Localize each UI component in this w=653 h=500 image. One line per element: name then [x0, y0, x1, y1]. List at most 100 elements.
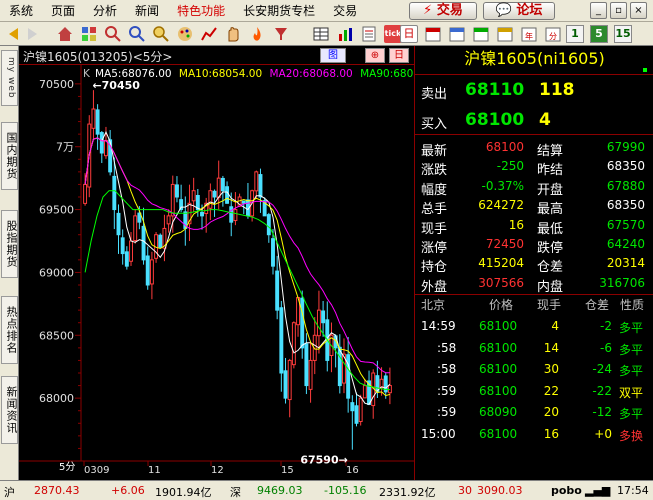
sell-volume: 118 — [539, 80, 575, 100]
candle-body — [191, 190, 196, 202]
kline-chart[interactable]: 70500 7万 69500 69000 68500 68000 0309 11 12 15 16… — [19, 65, 414, 480]
tick-row[interactable]: :58 68100 14 -6 多平 — [415, 338, 653, 359]
year-icon[interactable] — [496, 25, 514, 43]
tab-news-info[interactable]: 新闻资讯 — [1, 376, 18, 444]
quote-panel: 沪镍1605(ni1605) 卖出 68110 118 买入 68100 4 最… — [414, 46, 653, 480]
tab-index-futures[interactable]: 股指期货 — [1, 210, 18, 278]
stat-label: 现手 — [421, 221, 448, 237]
menu-system[interactable]: 系统 — [0, 0, 42, 22]
tick-row[interactable]: :58 68100 30 -24 多平 — [415, 359, 653, 380]
menu-changan-column[interactable]: 长安期货专栏 — [234, 0, 324, 22]
candle-body — [229, 206, 234, 223]
palette-icon[interactable] — [176, 25, 194, 43]
ma5-value: MA5:68076.00 — [95, 68, 172, 80]
chart-period-button[interactable]: 日 — [389, 48, 409, 63]
daily-period-icon[interactable]: 日 — [400, 25, 418, 43]
chart-view-button[interactable]: 图 — [320, 48, 346, 63]
lightning-icon: ⚡ — [423, 3, 433, 18]
ma-legend: MA5:68076.00 MA10:68054.00 MA20:68068.00… — [95, 68, 417, 80]
tab-domestic-futures[interactable]: 国内期货 — [1, 122, 18, 190]
indicator-icon[interactable] — [200, 25, 218, 43]
chart-zoom-button[interactable]: ⊕ — [365, 48, 385, 63]
hand-icon[interactable] — [224, 25, 242, 43]
y-tick-label: 68500 — [39, 329, 74, 342]
candle-body — [158, 234, 163, 248]
divider — [415, 74, 653, 75]
tick-price: 68100 — [479, 426, 518, 441]
candle-body — [279, 307, 284, 374]
tick-volume: 14 — [543, 340, 559, 355]
left-tab-strip: my web 国内期货 股指期货 热点排名 新闻资讯 — [0, 46, 19, 480]
tick-time: :58 — [437, 362, 457, 376]
candle-body — [95, 109, 100, 135]
forum-button[interactable]: 💬 论坛 — [483, 2, 555, 20]
trade-button[interactable]: ⚡ 交易 — [409, 2, 477, 20]
candle-body — [362, 385, 367, 399]
news-icon[interactable] — [360, 25, 378, 43]
candle-body — [225, 186, 230, 204]
menu-bar: 系统 页面 分析 新闻 特色功能 长安期货专栏 交易 — [0, 0, 653, 22]
x-tick-label: 16 — [346, 465, 359, 476]
x-tick-label: 0309 — [84, 465, 109, 476]
restore-button[interactable]: ▫ — [610, 2, 627, 19]
cup-icon[interactable] — [272, 25, 290, 43]
forward-arrow-icon[interactable] — [24, 25, 42, 43]
tick-header-time: 北京 — [421, 298, 446, 312]
close-icon: × — [634, 5, 643, 16]
candle-body — [104, 139, 108, 157]
home-icon[interactable] — [56, 25, 74, 43]
stat-label: 最低 — [537, 221, 564, 237]
candle-body — [283, 370, 288, 399]
tick-row[interactable]: 15:00 68100 16 +0 多换 — [415, 424, 653, 445]
menu-trade[interactable]: 交易 — [324, 0, 366, 22]
zoom-out-icon[interactable] — [128, 25, 146, 43]
stat-value: 16 — [508, 217, 524, 232]
x-tick-label: 15 — [281, 465, 294, 476]
tick-row[interactable]: :59 68100 22 -22 双平 — [415, 381, 653, 402]
menu-special-features[interactable]: 特色功能 — [168, 0, 234, 22]
calendar-icon[interactable] — [424, 25, 442, 43]
low-price-label: 67590→ — [300, 454, 348, 467]
svg-text:年: 年 — [525, 31, 533, 41]
zoom-in-icon[interactable] — [104, 25, 122, 43]
stat-label: 内盘 — [537, 279, 564, 295]
menu-page[interactable]: 页面 — [42, 0, 84, 22]
fire-icon[interactable] — [248, 25, 266, 43]
back-arrow-icon[interactable] — [4, 25, 22, 43]
index30-label: 30 — [458, 484, 472, 497]
tick-row[interactable]: :59 68090 20 -12 多平 — [415, 402, 653, 423]
tab-hot-ranking[interactable]: 热点排名 — [1, 296, 18, 364]
close-button[interactable]: × — [630, 2, 647, 19]
buy-price[interactable]: 68100 — [465, 110, 524, 130]
ma90-value: MA90:680 — [360, 68, 414, 80]
search-icon[interactable] — [152, 25, 170, 43]
sz-index: 9469.03 — [257, 484, 303, 497]
sell-price[interactable]: 68110 — [465, 80, 524, 100]
multi-period-icon[interactable]: 年 — [520, 25, 538, 43]
minimize-button[interactable]: _ — [590, 2, 607, 19]
tab-my-web[interactable]: my web — [1, 50, 18, 106]
sh-label: 沪 — [4, 486, 15, 499]
moving-average-lines — [84, 130, 391, 405]
stat-value: 624272 — [478, 198, 524, 213]
speech-bubble-icon: 💬 — [495, 3, 512, 18]
period-15min-button[interactable]: 15 — [614, 25, 632, 43]
kline-chart-pane[interactable]: 沪镍1605(013205)<5分> 图 ⊕ 日 70500 7万 69500 690… — [19, 46, 414, 480]
menu-news[interactable]: 新闻 — [126, 0, 168, 22]
menu-analysis[interactable]: 分析 — [84, 0, 126, 22]
period-5min-button[interactable]: 5 — [590, 25, 608, 43]
period-1min-button[interactable]: 1 — [566, 25, 584, 43]
stat-label: 结算 — [537, 144, 564, 159]
tick-price: 68100 — [479, 319, 518, 333]
candle-body — [258, 174, 263, 198]
grid-icon[interactable] — [80, 25, 98, 43]
minimize-icon: _ — [596, 5, 601, 16]
minute-icon[interactable]: 分 — [544, 25, 562, 43]
candle-body — [346, 354, 351, 399]
tick-volume: 22 — [543, 383, 559, 398]
tick-row[interactable]: 14:59 68100 4 -2 多平 — [415, 316, 653, 337]
table-icon[interactable] — [312, 25, 330, 43]
week-icon[interactable] — [448, 25, 466, 43]
season-icon[interactable] — [472, 25, 490, 43]
bar-chart-icon[interactable] — [336, 25, 354, 43]
